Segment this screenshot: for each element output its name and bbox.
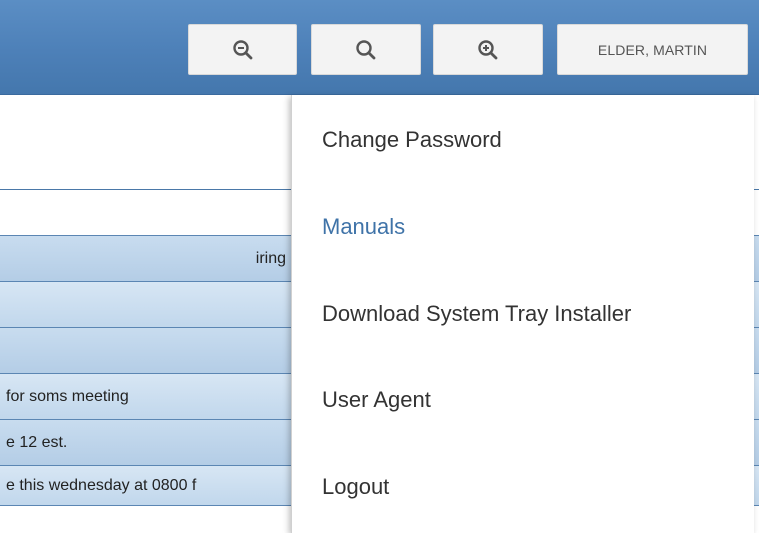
zoom-out-button[interactable] bbox=[188, 24, 297, 75]
menu-item-download-tray-installer[interactable]: Download System Tray Installer bbox=[322, 301, 631, 327]
menu-item-manuals[interactable]: Manuals bbox=[322, 214, 405, 240]
zoom-in-button[interactable] bbox=[433, 24, 543, 75]
table-cell: e this wednesday at 0800 f bbox=[6, 476, 197, 494]
table-cell: e 12 est. bbox=[6, 433, 68, 451]
user-menu-button[interactable]: ELDER, MARTIN bbox=[557, 24, 748, 75]
user-dropdown-menu: Change Password Manuals Download System … bbox=[291, 95, 754, 533]
search-button[interactable] bbox=[311, 24, 421, 75]
search-icon bbox=[356, 39, 376, 59]
zoom-in-icon bbox=[478, 39, 498, 59]
table-cell: for soms meeting bbox=[6, 387, 129, 405]
zoom-out-icon bbox=[232, 39, 252, 59]
menu-item-logout[interactable]: Logout bbox=[322, 474, 389, 500]
menu-item-user-agent[interactable]: User Agent bbox=[322, 387, 431, 413]
menu-item-change-password[interactable]: Change Password bbox=[322, 127, 502, 153]
table-cell: iring bbox=[255, 249, 286, 267]
top-toolbar: ELDER, MARTIN bbox=[0, 0, 759, 95]
